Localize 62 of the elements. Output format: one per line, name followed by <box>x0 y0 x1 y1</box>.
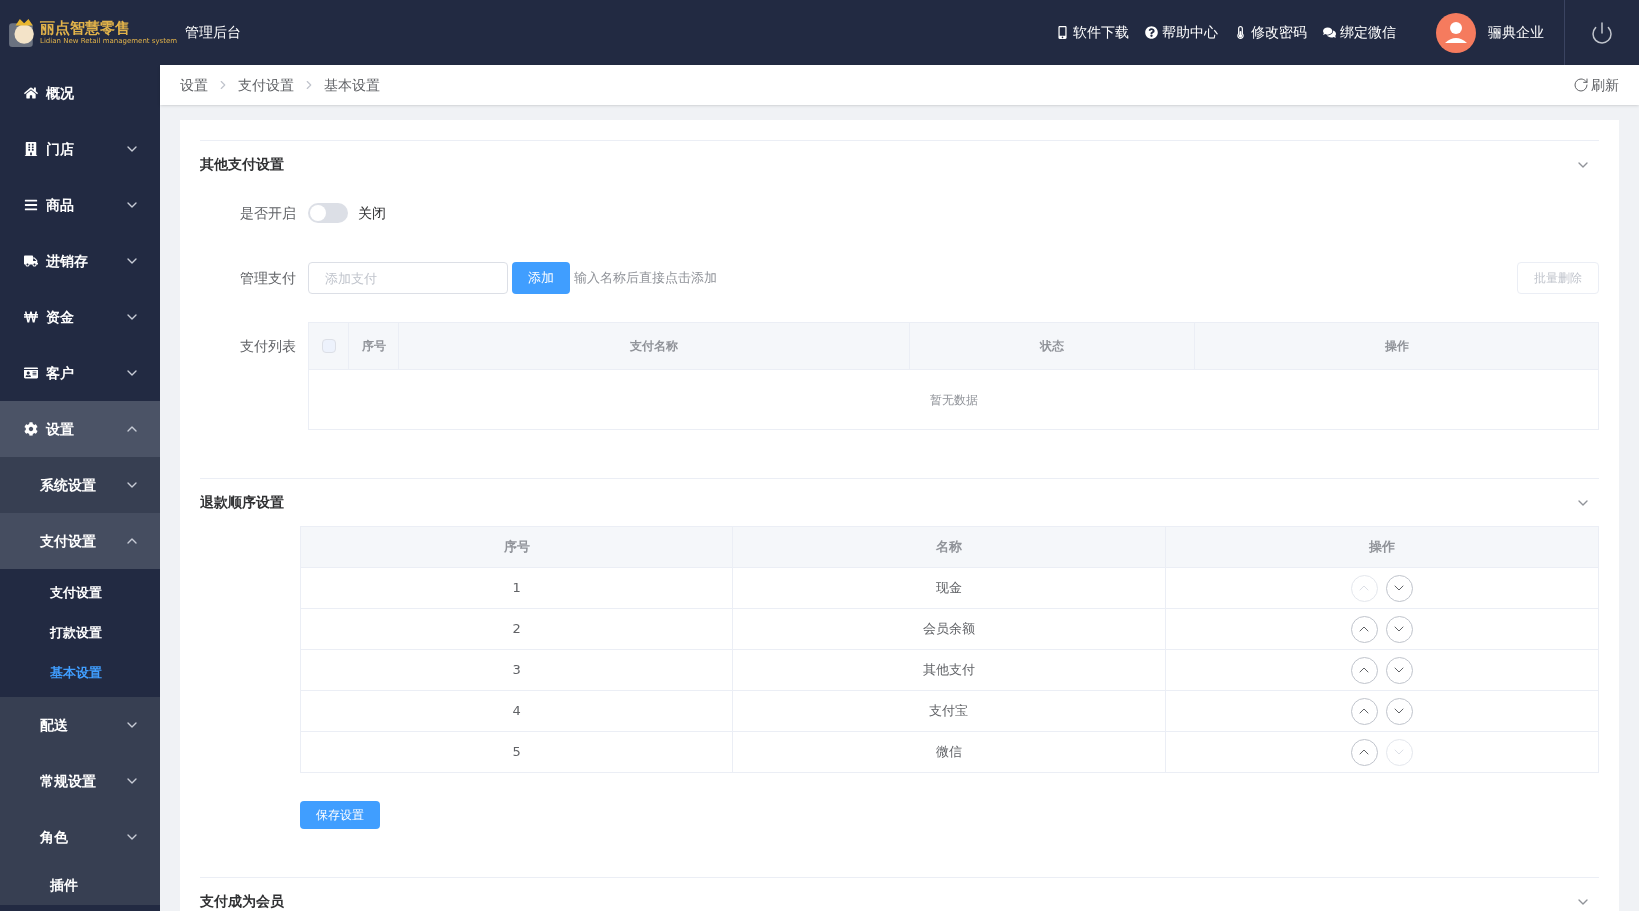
sidebar-item[interactable]: 支付设置 <box>0 513 160 569</box>
power-icon[interactable] <box>1590 20 1614 45</box>
refresh-icon <box>1573 77 1589 93</box>
header-link[interactable]: 软件下载 <box>1056 22 1129 43</box>
user-name[interactable]: 骊典企业 <box>1488 22 1544 43</box>
sidebar-item[interactable]: 设置 <box>0 401 160 457</box>
table-cell-text: 现金 <box>936 579 962 598</box>
column-header: 支付名称 <box>630 338 678 355</box>
id-card-icon <box>24 366 38 380</box>
switch-state-text: 关闭 <box>358 203 386 223</box>
select-all-checkbox[interactable] <box>321 339 336 353</box>
sidebar-item[interactable]: 角色 <box>0 809 160 865</box>
column-header: 名称 <box>936 538 962 557</box>
sidebar-item[interactable]: 配送 <box>0 697 160 753</box>
column-header: 操作 <box>1368 538 1395 557</box>
header-link[interactable]: 修改密码 <box>1234 22 1307 43</box>
phone-icon <box>1056 26 1069 39</box>
currency-icon <box>24 310 38 324</box>
form-label: 支付列表 <box>240 338 296 354</box>
hint-text: 输入名称后直接点击添加 <box>574 269 717 288</box>
chat-icon <box>1323 26 1336 39</box>
table-cell-text: 微信 <box>936 743 962 762</box>
sidebar-item[interactable]: 系统设置 <box>0 457 160 513</box>
header-link[interactable]: 绑定微信 <box>1323 22 1396 43</box>
form-label: 是否开启 <box>240 205 296 221</box>
section-title: 其他支付设置 <box>200 155 284 174</box>
section-title: 支付成为会员 <box>200 892 284 911</box>
payment-name-input[interactable]: 添加支付 <box>308 262 508 294</box>
column-header: 状态 <box>1040 338 1064 355</box>
table-cell-text: 会员余额 <box>923 620 975 639</box>
thermometer-icon <box>1234 26 1247 39</box>
logo-text: 丽点智慧零售 <box>40 20 131 36</box>
table-cell-text: 3 <box>512 661 521 680</box>
sidebar-item[interactable]: 插件 <box>0 865 160 905</box>
column-header: 序号 <box>361 338 386 355</box>
truck-icon <box>24 254 38 268</box>
table-cell-text: 5 <box>512 743 521 762</box>
column-header: 操作 <box>1384 338 1409 355</box>
empty-text: 暂无数据 <box>929 391 978 409</box>
logo-icon <box>8 18 36 47</box>
sidebar-item[interactable]: 常规设置 <box>0 753 160 809</box>
breadcrumb-item[interactable]: 设置 <box>180 74 208 96</box>
form-label: 管理支付 <box>240 270 296 286</box>
breadcrumb-item[interactable]: 基本设置 <box>324 74 380 96</box>
settings-icon <box>24 422 38 436</box>
user-avatar[interactable] <box>1436 12 1476 53</box>
app-title: 管理后台 <box>185 23 241 42</box>
breadcrumb-item[interactable]: 支付设置 <box>238 74 294 96</box>
home-icon <box>24 86 38 100</box>
section-title: 退款顺序设置 <box>200 493 284 512</box>
header-link[interactable]: 帮助中心 <box>1145 22 1218 43</box>
table-cell-text: 其他支付 <box>923 661 975 680</box>
refresh-button[interactable]: 刷新 <box>1573 74 1619 96</box>
table-cell-text: 1 <box>512 579 521 598</box>
building-icon <box>24 142 38 156</box>
table-cell-text: 支付宝 <box>929 702 969 721</box>
menu-icon <box>24 198 38 212</box>
help-icon <box>1145 26 1158 39</box>
column-header: 序号 <box>503 538 530 557</box>
table-cell-text: 4 <box>512 702 521 721</box>
table-cell-text: 2 <box>512 620 521 639</box>
toggle-switch[interactable] <box>308 203 348 223</box>
